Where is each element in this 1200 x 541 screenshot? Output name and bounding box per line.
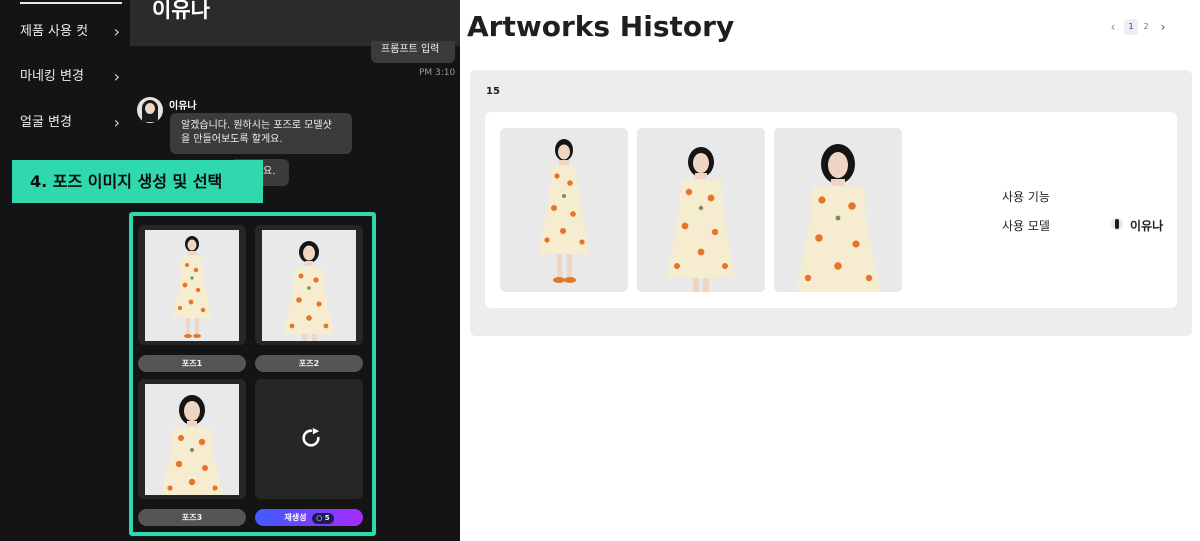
chevron-right-icon: › [113, 113, 120, 132]
sidebar-item-label: 얼굴 변경 [20, 115, 72, 130]
chevron-right-icon: › [113, 67, 120, 86]
history-card: 사용 기능 사용 모델 이유나 [485, 112, 1177, 308]
pose-image-3 [145, 384, 239, 495]
model-figure [667, 147, 735, 292]
left-panel: 제품 사용 컷 › 마네킹 변경 › 얼굴 변경 › 이유나 프롬프트 입력 P… [0, 0, 460, 541]
history-thumb-1[interactable] [500, 128, 628, 292]
pose-label-button-2[interactable]: 포즈2 [255, 355, 363, 372]
model-figure [796, 144, 880, 292]
pose-label-button-1[interactable]: 포즈1 [138, 355, 246, 372]
avatar-icon [1111, 218, 1123, 230]
pose-card-3[interactable] [138, 379, 246, 499]
regenerate-cost: 5 [324, 514, 330, 522]
sidebar-item-label: 제품 사용 컷 [20, 24, 89, 39]
pose-card-1[interactable] [138, 225, 246, 345]
sidebar-item-product-shot[interactable]: 제품 사용 컷 › [20, 20, 124, 44]
regenerate-card[interactable] [255, 379, 363, 499]
bot-message-line: 을 만들어보도록 할게요. [181, 134, 283, 145]
bot-message-text: 요. [263, 166, 276, 177]
chevron-right-icon[interactable]: › [1157, 19, 1169, 35]
pose-card-2[interactable] [255, 225, 363, 345]
history-box: 15 사용 기능 사용 모델 이유나 [470, 70, 1192, 336]
nav-active-indicator [20, 2, 122, 4]
bot-name: 이유나 [169, 101, 197, 112]
history-thumb-2[interactable] [637, 128, 765, 292]
model-value: 이유나 [1130, 219, 1164, 233]
model-figure [284, 241, 334, 341]
user-message-bubble: 프롬프트 입력 [371, 41, 455, 63]
user-message-time: PM 3:10 [419, 68, 456, 78]
refresh-icon [302, 427, 320, 447]
pose-selection-frame: 포즈1 포즈2 포즈3 재생성 ○ 5 [129, 212, 376, 536]
page-button-1[interactable]: 1 [1124, 19, 1138, 35]
model-label: 사용 모델 [1002, 219, 1050, 233]
model-figure [538, 139, 590, 283]
model-figure [173, 236, 211, 338]
bot-message-line: 알겠습니다. 원하시는 포즈로 모델샷 [181, 120, 332, 131]
app-root: 제품 사용 컷 › 마네킹 변경 › 얼굴 변경 › 이유나 프롬프트 입력 P… [0, 0, 1200, 541]
coin-icon: ○ 5 [312, 513, 334, 524]
regenerate-button[interactable]: 재생성 ○ 5 [255, 509, 363, 526]
history-thumb-3[interactable] [774, 128, 902, 292]
page-title: Artworks History [467, 10, 735, 43]
bot-avatar [137, 97, 163, 123]
feature-label: 사용 기능 [1002, 190, 1050, 204]
sidebar-item-mannequin[interactable]: 마네킹 변경 › [20, 65, 124, 89]
sidebar-item-label: 마네킹 변경 [20, 69, 84, 84]
sidebar-item-face[interactable]: 얼굴 변경 › [20, 111, 124, 135]
pose-image-1 [145, 230, 239, 341]
step-label: 4. 포즈 이미지 생성 및 선택 [12, 160, 263, 203]
chevron-left-icon[interactable]: ‹ [1107, 19, 1119, 35]
regenerate-label: 재생성 [284, 513, 307, 522]
chat-header: 이유나 [130, 0, 460, 46]
page-button-2[interactable]: 2 [1140, 19, 1152, 35]
chevron-right-icon: › [113, 22, 120, 41]
history-count: 15 [486, 86, 500, 97]
user-message-text: 프롬프트 입력 [381, 44, 440, 55]
model-figure [161, 395, 223, 495]
pose-label-button-3[interactable]: 포즈3 [138, 509, 246, 526]
pose-image-2 [262, 230, 356, 341]
bot-message-bubble: 알겠습니다. 원하시는 포즈로 모델샷 을 만들어보도록 할게요. [170, 113, 352, 154]
chat-header-name: 이유나 [152, 0, 210, 22]
